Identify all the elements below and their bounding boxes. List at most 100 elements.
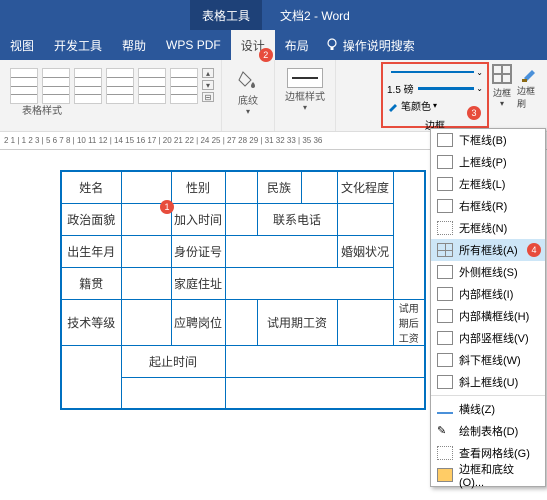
cell[interactable] (393, 171, 425, 299)
cell[interactable] (121, 299, 171, 345)
menu-borders-shading[interactable]: 边框和底纹(O)... (431, 464, 545, 486)
border-ivert-icon (437, 331, 453, 345)
border-diagup-icon (437, 375, 453, 389)
cell[interactable] (121, 171, 171, 203)
cell[interactable] (225, 171, 257, 203)
cell[interactable] (337, 299, 393, 345)
cell[interactable]: 加入时间 (171, 203, 225, 235)
cell[interactable]: 籍贯 (61, 267, 121, 299)
cell[interactable]: 民族 (257, 171, 301, 203)
style-option[interactable] (170, 68, 198, 104)
menu-horizontal-line[interactable]: 横线(Z) (431, 398, 545, 420)
menu-inside-horiz[interactable]: 内部横框线(H) (431, 305, 545, 327)
border-top-icon (437, 155, 453, 169)
cell[interactable]: 试用期后工资 (393, 299, 425, 345)
tab-design[interactable]: 设计 2 (231, 30, 275, 60)
cell[interactable] (301, 171, 337, 203)
cell[interactable] (121, 235, 171, 267)
style-scroll[interactable]: ▴ ▾ ⊟ (202, 68, 214, 104)
cell[interactable]: 姓名 (61, 171, 121, 203)
cell[interactable] (121, 267, 171, 299)
menu-diag-down[interactable]: 斜下框线(W) (431, 349, 545, 371)
style-option[interactable] (138, 68, 166, 104)
menu-inside-borders[interactable]: 内部框线(I) (431, 283, 545, 305)
cell[interactable]: 试用期工资 (257, 299, 337, 345)
tab-view[interactable]: 视图 (0, 30, 44, 60)
cell[interactable] (225, 235, 337, 267)
grid-icon (492, 64, 512, 84)
tab-help[interactable]: 帮助 (112, 30, 156, 60)
cell[interactable]: 文化程度 (337, 171, 393, 203)
cell[interactable] (121, 377, 225, 409)
menu-draw-table[interactable]: ✎绘制表格(D) (431, 420, 545, 442)
menu-no-border[interactable]: 无框线(N) (431, 217, 545, 239)
line-style-selector[interactable]: ⌄ (383, 64, 487, 80)
pen-color-button[interactable]: 笔颜色 ▾ 3 (383, 96, 487, 115)
shading-group: 底纹 ▾ (222, 60, 275, 131)
cell[interactable] (225, 267, 393, 299)
marker-3: 3 (467, 106, 481, 120)
menu-right-border[interactable]: 右框线(R) (431, 195, 545, 217)
form-table[interactable]: 姓名 性别 民族 文化程度 政治面貌 加入时间 联系电话 出生年月 身份证号 婚… (60, 170, 426, 410)
tab-developer[interactable]: 开发工具 (44, 30, 112, 60)
cell[interactable]: 联系电话 (257, 203, 337, 235)
menu-all-borders[interactable]: 所有框线(A) 4 (431, 239, 545, 261)
tell-me[interactable]: 操作说明搜索 (325, 37, 415, 54)
border-buttons: 边框 ▾ 边框刷 (489, 64, 543, 110)
title-bar: 表格工具 文档2 - Word (0, 0, 547, 30)
horiz-line-icon (437, 412, 453, 414)
style-option[interactable] (42, 68, 70, 104)
cell[interactable]: 应聘岗位 (171, 299, 225, 345)
border-diagdown-icon (437, 353, 453, 367)
cell[interactable] (225, 203, 257, 235)
style-option[interactable] (74, 68, 102, 104)
cell[interactable] (337, 203, 393, 235)
ribbon-tabs: 视图 开发工具 帮助 WPS PDF 设计 2 布局 操作说明搜索 (0, 30, 547, 60)
cell[interactable]: 技术等级 (61, 299, 121, 345)
menu-top-border[interactable]: 上框线(P) (431, 151, 545, 173)
shading-label: 底纹 (238, 92, 258, 107)
brush-icon (520, 64, 540, 84)
cell[interactable] (61, 345, 121, 409)
pen-color-label: 笔颜色 (401, 98, 431, 113)
border-outside-icon (437, 265, 453, 279)
pen-icon (387, 100, 399, 112)
cell[interactable] (225, 345, 425, 377)
border-styles-group: 边框样式 ▾ (275, 60, 336, 131)
line-weight-selector[interactable]: 1.5 磅 ⌄ (383, 80, 487, 96)
border-all-icon (437, 243, 453, 257)
cell[interactable] (225, 299, 257, 345)
style-option[interactable] (106, 68, 134, 104)
cell[interactable]: 婚姻状况 (337, 235, 393, 267)
border-styles-button[interactable]: 边框样式 ▾ (281, 64, 329, 112)
menu-bottom-border[interactable]: 下框线(B) (431, 129, 545, 151)
tab-layout[interactable]: 布局 (275, 30, 319, 60)
shading-button[interactable]: 底纹 ▾ (228, 64, 268, 116)
table-styles-group: ▴ ▾ ⊟ (0, 60, 222, 131)
menu-outside-borders[interactable]: 外侧框线(S) (431, 261, 545, 283)
border-bottom-icon (437, 133, 453, 147)
borders-dropdown-menu: 下框线(B) 上框线(P) 左框线(L) 右框线(R) 无框线(N) 所有框线(… (430, 128, 546, 487)
border-painter-button[interactable]: 边框刷 (517, 64, 543, 110)
cell[interactable]: 起止时间 (121, 345, 225, 377)
table-row: 姓名 性别 民族 文化程度 (61, 171, 425, 203)
border-none-icon (437, 221, 453, 235)
cell[interactable]: 性别 (171, 171, 225, 203)
menu-diag-up[interactable]: 斜上框线(U) (431, 371, 545, 393)
cell[interactable]: 家庭住址 (171, 267, 225, 299)
ribbon: ▴ ▾ ⊟ 底纹 ▾ 边框样式 ▾ ⌄ 1.5 磅 ⌄ 笔颜色 ▾ (0, 60, 547, 132)
table-row: 出生年月 身份证号 婚姻状况 (61, 235, 425, 267)
brush-label: 边框刷 (517, 84, 543, 110)
cell[interactable]: 出生年月 (61, 235, 121, 267)
cell[interactable]: 政治面貌 (61, 203, 121, 235)
tell-me-label: 操作说明搜索 (343, 37, 415, 54)
style-option[interactable] (10, 68, 38, 104)
tab-wps-pdf[interactable]: WPS PDF (156, 30, 231, 60)
menu-left-border[interactable]: 左框线(L) (431, 173, 545, 195)
cell[interactable]: 身份证号 (171, 235, 225, 267)
borders-shading-icon (437, 468, 453, 482)
menu-inside-vert[interactable]: 内部竖框线(V) (431, 327, 545, 349)
cell[interactable] (225, 377, 425, 409)
table-row: 籍贯 家庭住址 (61, 267, 425, 299)
borders-dropdown-button[interactable]: 边框 ▾ (489, 64, 515, 110)
